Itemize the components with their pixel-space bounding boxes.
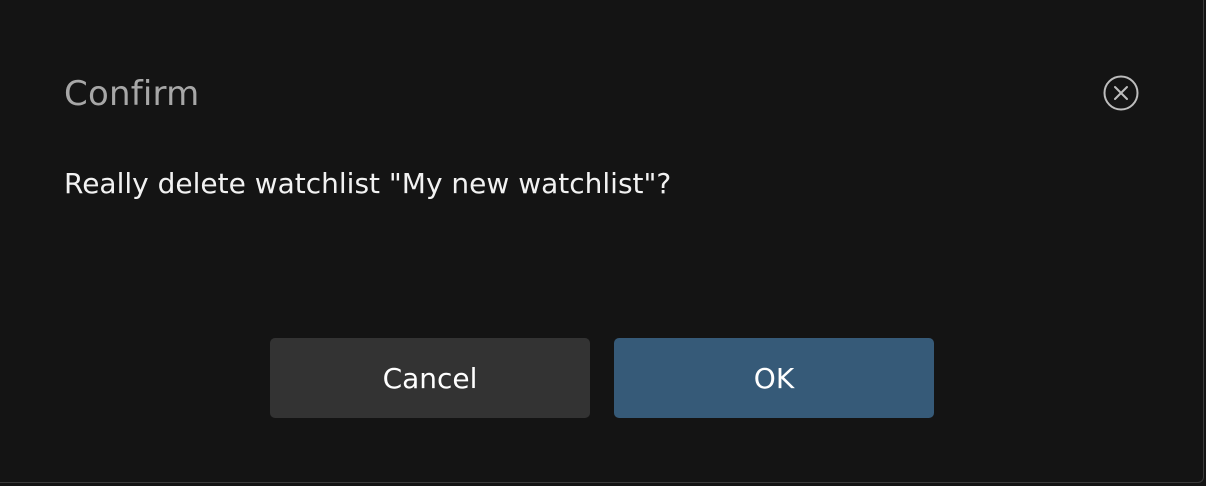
dialog-message: Really delete watchlist "My new watchlis… — [64, 167, 672, 200]
close-circle-icon — [1102, 74, 1140, 112]
close-button[interactable] — [1102, 74, 1140, 112]
dialog-title: Confirm — [64, 74, 200, 114]
ok-button[interactable]: OK — [614, 338, 934, 418]
confirm-dialog: Confirm Really delete watchlist "My new … — [0, 0, 1204, 483]
cancel-button[interactable]: Cancel — [270, 338, 590, 418]
